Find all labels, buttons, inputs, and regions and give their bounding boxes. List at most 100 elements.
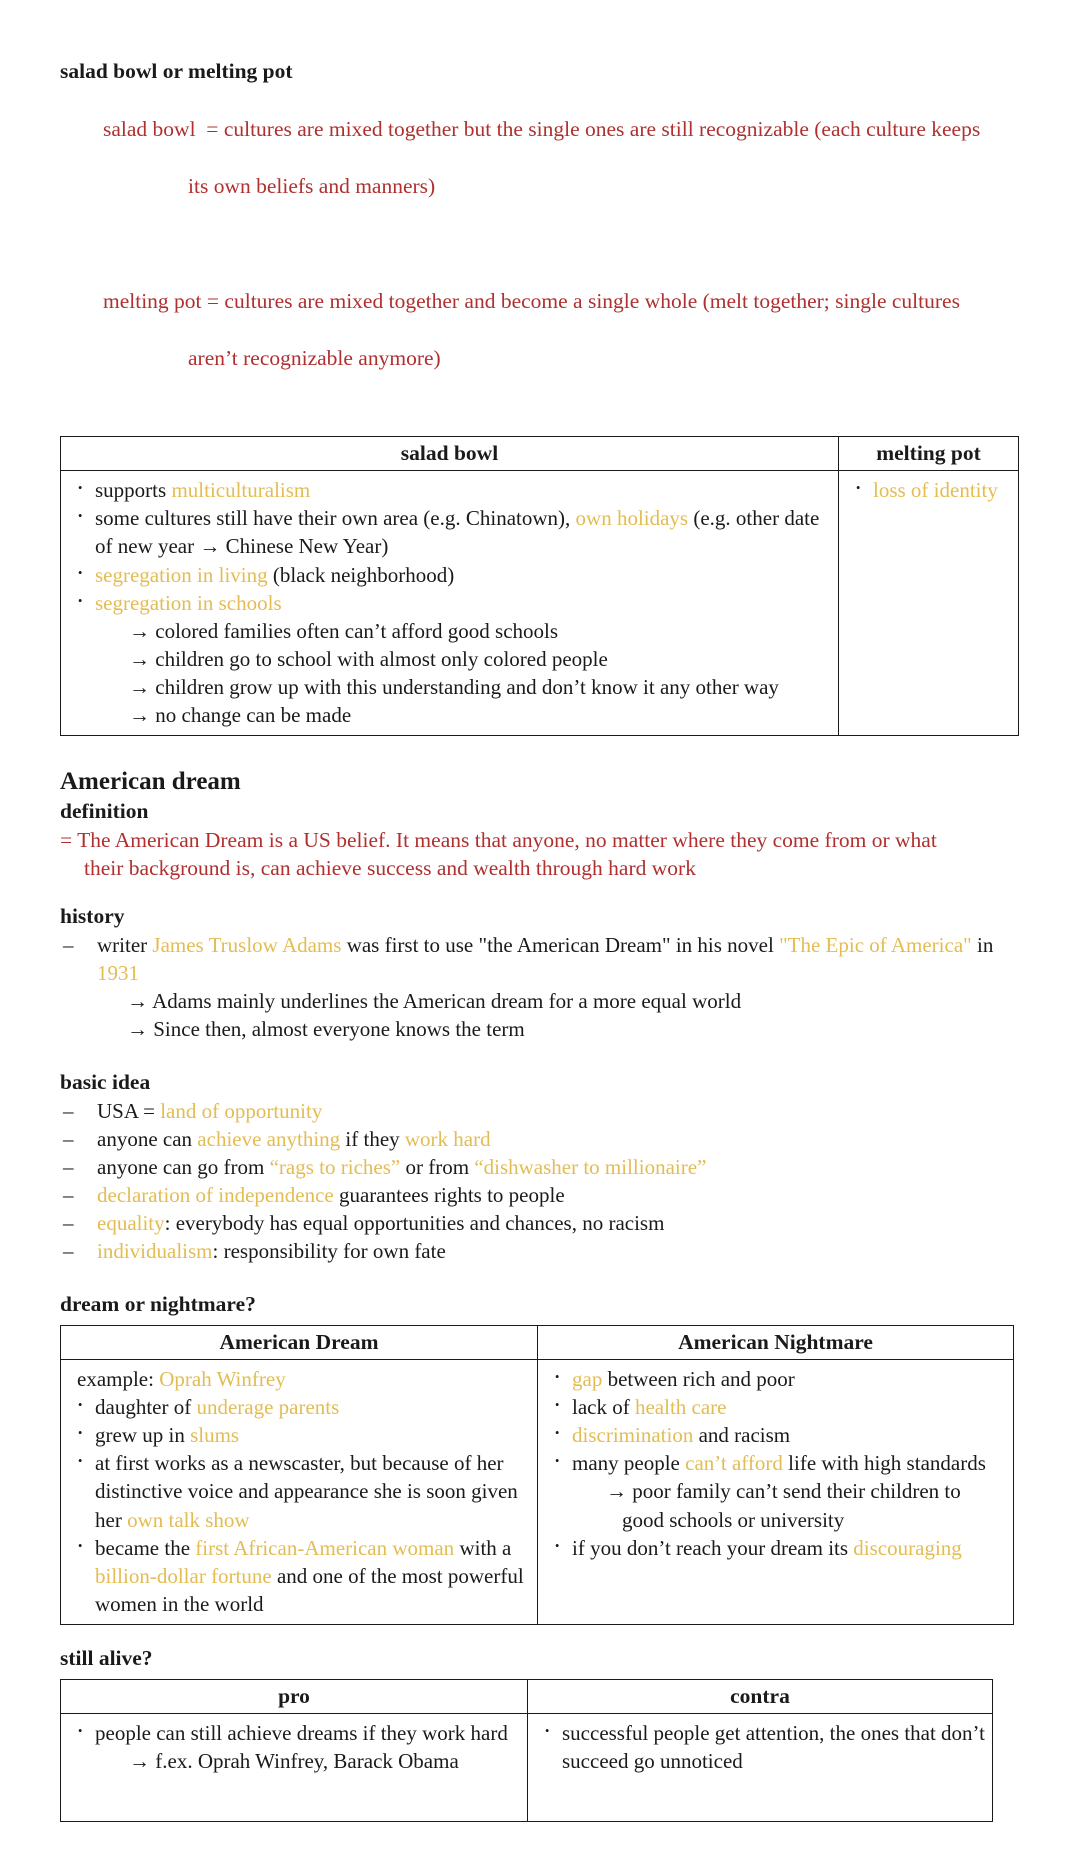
highlighted-term: segregation in living	[95, 562, 268, 587]
highlighted-term: health care	[634, 1395, 727, 1420]
definition-melting-pot-text: cultures are mixed together and become a…	[224, 288, 960, 313]
column-header-melting-pot: melting pot	[838, 436, 1019, 472]
highlighted-term: work hard	[404, 1127, 491, 1152]
text-run: : everybody has equal opportunities and …	[164, 1211, 665, 1236]
list-item: many people can’t afford life with high …	[546, 1447, 1007, 1533]
text-run: was first to use "the American Dream" in…	[341, 932, 780, 957]
highlighted-term: Oprah Winfrey	[159, 1367, 286, 1392]
column-header-american-dream: American Dream	[60, 1325, 538, 1361]
list-item: people can still achieve dreams if they …	[69, 1717, 521, 1775]
text-run: if they	[340, 1127, 405, 1152]
list-item: segregation in schools → colored families…	[69, 587, 832, 729]
table-header-row: salad bowl melting pot	[60, 436, 1019, 472]
section-heading-salad-bowl: salad bowl or melting pot	[60, 59, 293, 83]
text-run: and racism	[693, 1423, 791, 1448]
highlighted-term: gap	[572, 1367, 603, 1392]
sub-point: → f.ex. Oprah Winfrey, Barack Obama	[129, 1748, 459, 1773]
section-heading-american-dream: American dream	[60, 767, 241, 795]
highlighted-term: James Truslow Adams	[152, 932, 342, 957]
contra-list: successful people get attention, the one…	[536, 1717, 986, 1775]
highlighted-term: equality	[97, 1211, 165, 1236]
cell-salad-bowl-points: supports multiculturalismsome cultures s…	[60, 470, 839, 736]
highlighted-term: segregation in schools	[95, 590, 282, 615]
cell-pro-points: people can still achieve dreams if they …	[60, 1712, 528, 1822]
definition-salad-bowl-text: cultures are mixed together but the sing…	[223, 116, 981, 141]
cell-melting-pot-points: loss of identity	[838, 470, 1019, 736]
sub-point: → colored families often can’t afford go…	[129, 618, 559, 643]
cell-american-nightmare-points: gap between rich and poorlack of health …	[537, 1359, 1014, 1625]
pro-list: people can still achieve dreams if they …	[69, 1717, 521, 1775]
text-run: writer	[97, 932, 153, 957]
text-run: lack of	[572, 1395, 635, 1420]
text-run: daughter of	[95, 1395, 197, 1420]
definition-salad-bowl: salad bowl = cultures are mixed together…	[60, 86, 1022, 258]
subheading-history: history	[60, 904, 125, 928]
list-item: gap between rich and poor	[546, 1363, 1007, 1393]
definition-line-2: their background is, can achieve success…	[84, 856, 696, 881]
sub-point: → poor family can’t send their children …	[606, 1479, 961, 1532]
text-run: between rich and poor	[602, 1367, 795, 1392]
american-dream-definition: = The American Dream is a US belief. It …	[60, 826, 1022, 883]
text-run: some cultures still have their own area …	[95, 506, 576, 531]
list-item: successful people get attention, the one…	[536, 1717, 986, 1775]
text-run: USA =	[97, 1099, 161, 1123]
column-header-contra: contra	[527, 1678, 993, 1714]
text-run: example:	[77, 1367, 160, 1392]
highlighted-term: loss of identity	[873, 478, 998, 503]
section-dream-or-nightmare: dream or nightmare? American Dream Ameri…	[60, 1291, 1022, 1625]
cell-contra-points: successful people get attention, the one…	[527, 1712, 993, 1822]
list-item: lack of health care	[546, 1391, 1007, 1421]
text-run: anyone can	[97, 1127, 198, 1152]
highlighted-term: 1931	[97, 960, 139, 985]
highlighted-term: individualism	[97, 1239, 213, 1264]
highlighted-term: slums	[190, 1423, 240, 1448]
text-run: (black neighborhood)	[267, 562, 455, 587]
list-item: at first works as a newscaster, but beca…	[69, 1447, 531, 1533]
text-run: life with high standards	[782, 1451, 986, 1476]
subheading-basic-idea: basic idea	[60, 1070, 151, 1095]
text-run: successful people get attention, the one…	[562, 1720, 986, 1773]
text-run: grew up in	[95, 1423, 191, 1448]
sub-point: → Since then, almost everyone knows the …	[127, 1017, 525, 1042]
definition-melting-pot-continuation: aren’t recognizable anymore)	[188, 346, 441, 371]
salad-melting-definitions: salad bowl = cultures are mixed together…	[60, 86, 1022, 430]
highlighted-term: underage parents	[196, 1395, 340, 1420]
text-run: if you don’t reach your dream its	[572, 1535, 854, 1560]
section-american-dream: American dream definition = The American…	[60, 766, 1022, 1266]
basic-idea-list: USA = land of opportunityanyone can achi…	[60, 1097, 1022, 1265]
section-heading-dream-or-nightmare: dream or nightmare?	[60, 1292, 256, 1317]
section-heading-still-alive: still alive?	[60, 1645, 153, 1670]
american-dream-list: example: Oprah Winfrey daughter of undera…	[69, 1365, 531, 1617]
text-run: many people	[572, 1451, 686, 1476]
definition-salad-bowl-label: salad bowl =	[103, 116, 224, 141]
sub-point: → children go to school with almost only…	[129, 646, 608, 671]
highlighted-term: discrimination	[572, 1423, 694, 1448]
text-run: supports	[95, 478, 172, 503]
list-item: anyone can go from “rags to riches” or f…	[60, 1153, 1022, 1181]
highlighted-term: “dishwasher to millionaire”	[474, 1155, 707, 1180]
history-arrow-lines: → Adams mainly underlines the American d…	[60, 987, 1022, 1043]
subheading-definition: definition	[60, 798, 149, 823]
list-item: supports multiculturalism	[69, 474, 832, 504]
table-row: example: Oprah Winfrey daughter of undera…	[60, 1359, 1014, 1625]
history-list: writer James Truslow Adams was first to …	[60, 931, 1022, 987]
text-run: : responsibility for own fate	[212, 1239, 446, 1264]
list-item: segregation in living (black neighborhoo…	[69, 558, 832, 588]
text-run: guarantees rights to people	[333, 1183, 565, 1208]
text-run: or from	[400, 1155, 475, 1180]
definition-melting-pot-label: melting pot =	[103, 288, 225, 313]
notes-page: salad bowl or melting pot salad bowl = c…	[0, 0, 1080, 1862]
text-run: with a	[454, 1535, 512, 1560]
highlighted-term: declaration of independence	[97, 1183, 334, 1208]
highlighted-term: discouraging	[853, 1535, 962, 1560]
text-run: became the	[95, 1535, 196, 1560]
highlighted-term: own holidays	[575, 506, 689, 531]
list-item: became the first African-American woman …	[69, 1532, 531, 1618]
salad-bowl-list: supports multiculturalismsome cultures s…	[69, 474, 832, 729]
table-row: supports multiculturalismsome cultures s…	[60, 470, 1019, 736]
list-item: if you don’t reach your dream its discou…	[546, 1532, 1007, 1562]
column-header-american-nightmare: American Nightmare	[537, 1325, 1014, 1361]
list-item: anyone can achieve anything if they work…	[60, 1125, 1022, 1153]
highlighted-term: “rags to riches”	[269, 1155, 401, 1180]
sub-point: → children grow up with this understandi…	[129, 674, 779, 699]
